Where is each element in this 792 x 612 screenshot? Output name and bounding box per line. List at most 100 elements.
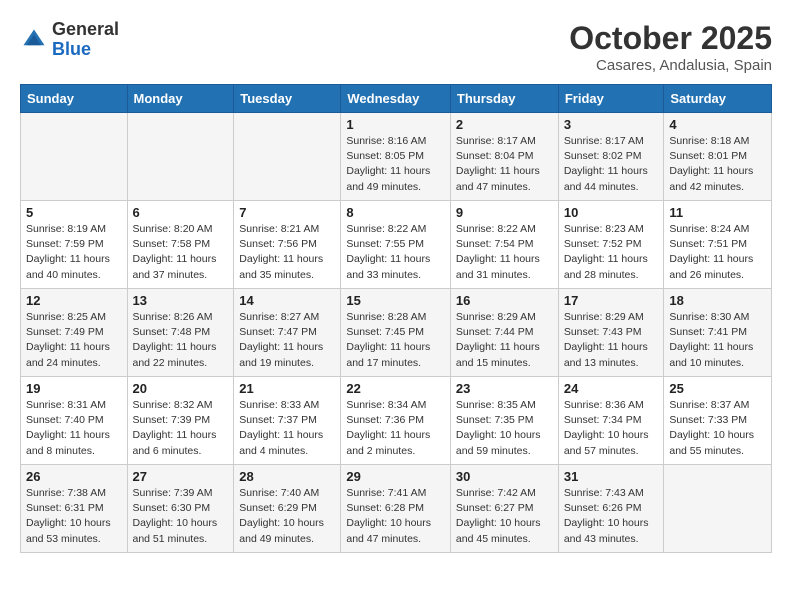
day-info: Sunrise: 7:42 AM Sunset: 6:27 PM Dayligh… xyxy=(456,486,553,547)
day-number: 2 xyxy=(456,117,553,132)
week-row-1: 5Sunrise: 8:19 AM Sunset: 7:59 PM Daylig… xyxy=(21,201,772,289)
day-number: 23 xyxy=(456,381,553,396)
calendar-cell xyxy=(127,113,234,201)
day-info: Sunrise: 7:39 AM Sunset: 6:30 PM Dayligh… xyxy=(133,486,229,547)
day-info: Sunrise: 8:21 AM Sunset: 7:56 PM Dayligh… xyxy=(239,222,335,283)
page-header: General Blue October 2025 Casares, Andal… xyxy=(20,20,772,74)
calendar-cell: 23 Sunrise: 8:35 AM Sunset: 7:35 PM Dayli… xyxy=(450,377,558,465)
day-info: Sunrise: 8:18 AM Sunset: 8:01 PM Dayligh… xyxy=(669,134,766,195)
header-day-thursday: Thursday xyxy=(450,85,558,113)
day-info: Sunrise: 8:30 AM Sunset: 7:41 PM Dayligh… xyxy=(669,310,766,371)
calendar-cell: 13Sunrise: 8:26 AM Sunset: 7:48 PM Dayli… xyxy=(127,289,234,377)
calendar-cell: 30 Sunrise: 7:42 AM Sunset: 6:27 PM Dayli… xyxy=(450,465,558,553)
day-number: 31 xyxy=(564,469,659,484)
day-info: Sunrise: 8:33 AM Sunset: 7:37 PM Dayligh… xyxy=(239,398,335,459)
day-number: 3 xyxy=(564,117,659,132)
day-number: 13 xyxy=(133,293,229,308)
day-number: 15 xyxy=(346,293,445,308)
day-info: Sunrise: 7:41 AM Sunset: 6:28 PM Dayligh… xyxy=(346,486,445,547)
calendar-cell: 21 Sunrise: 8:33 AM Sunset: 7:37 PM Dayli… xyxy=(234,377,341,465)
day-info: Sunrise: 8:29 AM Sunset: 7:43 PM Dayligh… xyxy=(564,310,659,371)
calendar-cell: 20 Sunrise: 8:32 AM Sunset: 7:39 PM Dayli… xyxy=(127,377,234,465)
day-info: Sunrise: 8:32 AM Sunset: 7:39 PM Dayligh… xyxy=(133,398,229,459)
calendar-cell: 28Sunrise: 7:40 AM Sunset: 6:29 PM Dayli… xyxy=(234,465,341,553)
calendar-cell: 14Sunrise: 8:27 AM Sunset: 7:47 PM Dayli… xyxy=(234,289,341,377)
month-title: October 2025 xyxy=(569,20,772,57)
calendar-cell: 7Sunrise: 8:21 AM Sunset: 7:56 PM Daylig… xyxy=(234,201,341,289)
calendar-cell: 29 Sunrise: 7:41 AM Sunset: 6:28 PM Dayli… xyxy=(341,465,451,553)
day-number: 17 xyxy=(564,293,659,308)
day-info: Sunrise: 8:36 AM Sunset: 7:34 PM Dayligh… xyxy=(564,398,659,459)
calendar-table: SundayMondayTuesdayWednesdayThursdayFrid… xyxy=(20,84,772,553)
header-day-monday: Monday xyxy=(127,85,234,113)
day-number: 24 xyxy=(564,381,659,396)
day-number: 29 xyxy=(346,469,445,484)
day-info: Sunrise: 8:31 AM Sunset: 7:40 PM Dayligh… xyxy=(26,398,122,459)
calendar-cell: 10Sunrise: 8:23 AM Sunset: 7:52 PM Dayli… xyxy=(558,201,664,289)
title-block: October 2025 Casares, Andalusia, Spain xyxy=(569,20,772,74)
day-info: Sunrise: 8:28 AM Sunset: 7:45 PM Dayligh… xyxy=(346,310,445,371)
calendar-cell: 6Sunrise: 8:20 AM Sunset: 7:58 PM Daylig… xyxy=(127,201,234,289)
day-info: Sunrise: 8:20 AM Sunset: 7:58 PM Dayligh… xyxy=(133,222,229,283)
day-info: Sunrise: 8:22 AM Sunset: 7:55 PM Dayligh… xyxy=(346,222,445,283)
calendar-body: 1 Sunrise: 8:16 AM Sunset: 8:05 PM Daylig… xyxy=(21,113,772,553)
calendar-cell: 25Sunrise: 8:37 AM Sunset: 7:33 PM Dayli… xyxy=(664,377,772,465)
day-number: 1 xyxy=(346,117,445,132)
day-number: 8 xyxy=(346,205,445,220)
day-info: Sunrise: 7:38 AM Sunset: 6:31 PM Dayligh… xyxy=(26,486,122,547)
day-info: Sunrise: 8:35 AM Sunset: 7:35 PM Dayligh… xyxy=(456,398,553,459)
day-info: Sunrise: 8:22 AM Sunset: 7:54 PM Dayligh… xyxy=(456,222,553,283)
calendar-cell: 1 Sunrise: 8:16 AM Sunset: 8:05 PM Daylig… xyxy=(341,113,451,201)
day-number: 30 xyxy=(456,469,553,484)
calendar-cell: 22Sunrise: 8:34 AM Sunset: 7:36 PM Dayli… xyxy=(341,377,451,465)
calendar-cell: 31 Sunrise: 7:43 AM Sunset: 6:26 PM Dayli… xyxy=(558,465,664,553)
calendar-cell: 8 Sunrise: 8:22 AM Sunset: 7:55 PM Daylig… xyxy=(341,201,451,289)
day-info: Sunrise: 8:17 AM Sunset: 8:02 PM Dayligh… xyxy=(564,134,659,195)
header-day-saturday: Saturday xyxy=(664,85,772,113)
day-info: Sunrise: 8:29 AM Sunset: 7:44 PM Dayligh… xyxy=(456,310,553,371)
day-info: Sunrise: 8:23 AM Sunset: 7:52 PM Dayligh… xyxy=(564,222,659,283)
calendar-cell: 11 Sunrise: 8:24 AM Sunset: 7:51 PM Dayli… xyxy=(664,201,772,289)
logo-general: General xyxy=(52,20,119,40)
day-number: 11 xyxy=(669,205,766,220)
calendar-cell: 18 Sunrise: 8:30 AM Sunset: 7:41 PM Dayli… xyxy=(664,289,772,377)
day-info: Sunrise: 8:19 AM Sunset: 7:59 PM Dayligh… xyxy=(26,222,122,283)
day-number: 16 xyxy=(456,293,553,308)
day-number: 28 xyxy=(239,469,335,484)
header-day-sunday: Sunday xyxy=(21,85,128,113)
day-info: Sunrise: 8:17 AM Sunset: 8:04 PM Dayligh… xyxy=(456,134,553,195)
day-number: 9 xyxy=(456,205,553,220)
calendar-cell: 26 Sunrise: 7:38 AM Sunset: 6:31 PM Dayli… xyxy=(21,465,128,553)
day-number: 26 xyxy=(26,469,122,484)
location: Casares, Andalusia, Spain xyxy=(569,57,772,74)
calendar-cell xyxy=(21,113,128,201)
day-number: 20 xyxy=(133,381,229,396)
day-number: 14 xyxy=(239,293,335,308)
logo: General Blue xyxy=(20,20,119,60)
day-number: 21 xyxy=(239,381,335,396)
logo-icon xyxy=(20,26,48,54)
day-number: 18 xyxy=(669,293,766,308)
day-number: 25 xyxy=(669,381,766,396)
header-row: SundayMondayTuesdayWednesdayThursdayFrid… xyxy=(21,85,772,113)
logo-text: General Blue xyxy=(52,20,119,60)
calendar-header: SundayMondayTuesdayWednesdayThursdayFrid… xyxy=(21,85,772,113)
calendar-cell: 9 Sunrise: 8:22 AM Sunset: 7:54 PM Daylig… xyxy=(450,201,558,289)
day-info: Sunrise: 8:24 AM Sunset: 7:51 PM Dayligh… xyxy=(669,222,766,283)
calendar-cell: 27 Sunrise: 7:39 AM Sunset: 6:30 PM Dayli… xyxy=(127,465,234,553)
week-row-2: 12Sunrise: 8:25 AM Sunset: 7:49 PM Dayli… xyxy=(21,289,772,377)
week-row-3: 19Sunrise: 8:31 AM Sunset: 7:40 PM Dayli… xyxy=(21,377,772,465)
header-day-wednesday: Wednesday xyxy=(341,85,451,113)
week-row-4: 26 Sunrise: 7:38 AM Sunset: 6:31 PM Dayli… xyxy=(21,465,772,553)
calendar-cell: 5Sunrise: 8:19 AM Sunset: 7:59 PM Daylig… xyxy=(21,201,128,289)
calendar-cell: 24 Sunrise: 8:36 AM Sunset: 7:34 PM Dayli… xyxy=(558,377,664,465)
day-number: 4 xyxy=(669,117,766,132)
calendar-cell: 4 Sunrise: 8:18 AM Sunset: 8:01 PM Daylig… xyxy=(664,113,772,201)
day-info: Sunrise: 7:43 AM Sunset: 6:26 PM Dayligh… xyxy=(564,486,659,547)
day-number: 27 xyxy=(133,469,229,484)
calendar-cell: 19Sunrise: 8:31 AM Sunset: 7:40 PM Dayli… xyxy=(21,377,128,465)
calendar-cell xyxy=(664,465,772,553)
calendar-cell: 2 Sunrise: 8:17 AM Sunset: 8:04 PM Daylig… xyxy=(450,113,558,201)
calendar-cell: 16 Sunrise: 8:29 AM Sunset: 7:44 PM Dayli… xyxy=(450,289,558,377)
day-info: Sunrise: 8:16 AM Sunset: 8:05 PM Dayligh… xyxy=(346,134,445,195)
